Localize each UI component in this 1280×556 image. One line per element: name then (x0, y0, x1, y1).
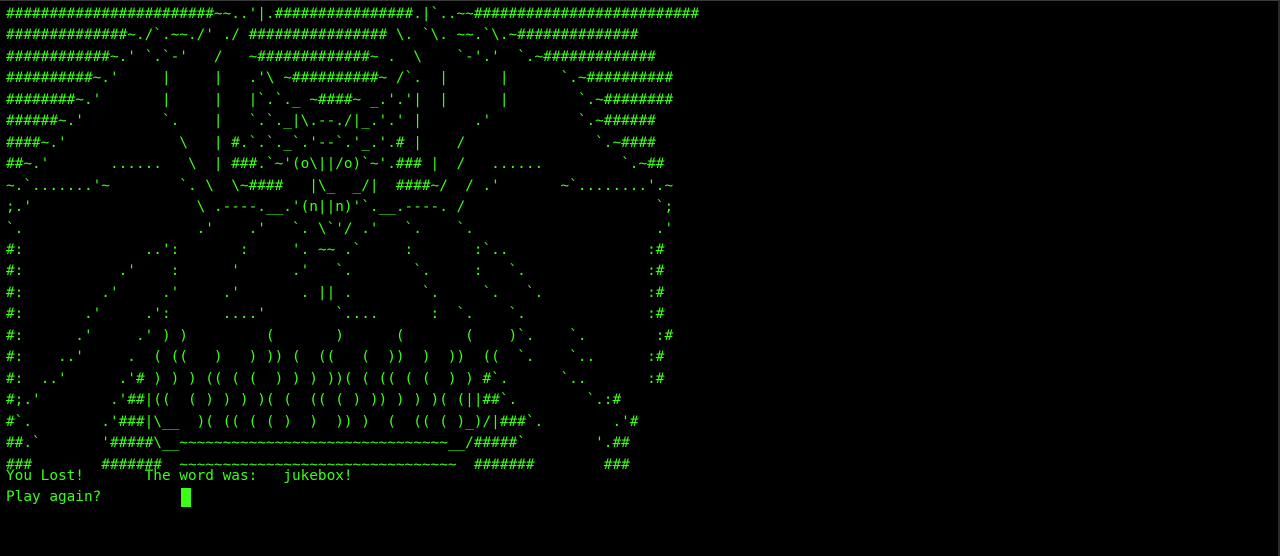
prompt-text: Play again? (6, 489, 102, 505)
hangman-ascii-art: ########################~~..'|.#########… (6, 6, 700, 473)
revealed-word: jukebox! (283, 468, 353, 484)
play-again-prompt: Play again? (6, 487, 101, 508)
terminal-window[interactable]: ########################~~..'|.#########… (0, 0, 1280, 556)
lost-message: You Lost! (6, 468, 84, 484)
game-result-line: You Lost! The word was: jukebox! (6, 466, 353, 487)
word-label: The word was: (144, 468, 258, 484)
text-cursor[interactable] (181, 488, 191, 507)
